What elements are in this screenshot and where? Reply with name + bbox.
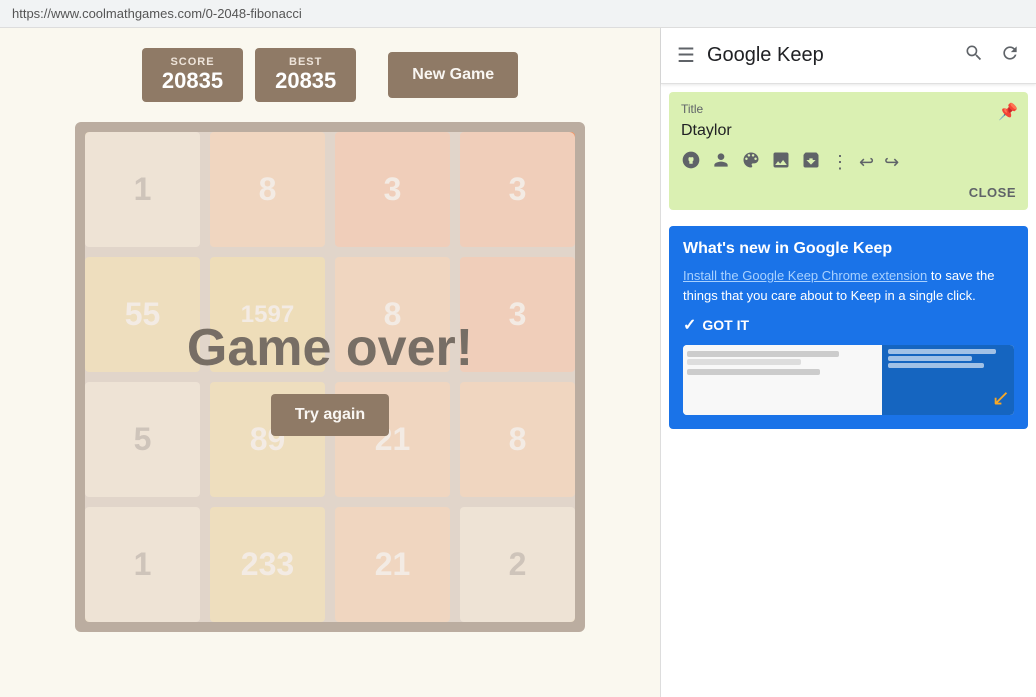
best-box: BEST 20835 [255,48,356,102]
got-it-label[interactable]: GOT IT [702,317,749,333]
emoji-icon[interactable] [681,150,701,175]
game-over-text: Game over! [187,318,473,378]
keep-header-icons [964,43,1020,68]
address-bar: https://www.coolmathgames.com/0-2048-fib… [0,0,1036,28]
palette-icon[interactable] [741,150,761,175]
whats-new-title: What's new in Google Keep [683,240,1014,258]
game-over-overlay: Game over! Try again [85,132,575,622]
check-icon: ✓ [683,315,696,335]
note-actions: ⋮ ↩ ↪ [681,150,1016,175]
pin-icon[interactable]: 📌 [998,102,1018,122]
note-title-label: Title [681,102,1016,116]
got-it-row[interactable]: ✓ GOT IT [683,315,1014,335]
more-icon[interactable]: ⋮ [831,152,849,173]
keep-logo: Google Keep [707,44,952,67]
whats-new-card: What's new in Google Keep Install the Go… [669,226,1028,429]
game-header: SCORE 20835 BEST 20835 New Game [30,48,630,102]
best-label: BEST [275,56,336,68]
score-label: SCORE [162,56,223,68]
main-area: SCORE 20835 BEST 20835 New Game 1 8 3 3 … [0,28,1036,697]
score-value: 20835 [162,68,223,94]
whats-new-body: Install the Google Keep Chrome extension… [683,266,1014,305]
game-grid-wrapper: 1 8 3 3 55 1597 8 3 5 89 21 8 1 233 21 2… [75,122,585,632]
install-extension-link[interactable]: Install the Google Keep Chrome extension [683,268,927,283]
refresh-icon[interactable] [1000,43,1020,68]
keep-header: ☰ Google Keep [661,28,1036,84]
person-icon[interactable] [711,150,731,175]
card-preview-inner [683,345,1014,415]
note-editor: Title 📌 Dtaylor ⋮ ↩ [669,92,1028,210]
keep-panel: ☰ Google Keep Title 📌 Dtaylor [660,28,1036,697]
game-panel: SCORE 20835 BEST 20835 New Game 1 8 3 3 … [0,28,660,697]
best-value: 20835 [275,68,336,94]
arrow-decoration: ↙ [992,385,1010,411]
note-title[interactable]: Dtaylor [681,122,1016,140]
redo-icon[interactable]: ↪ [884,152,899,173]
close-button[interactable]: CLOSE [681,181,1016,200]
score-box: SCORE 20835 [142,48,243,102]
card-preview: ↙ [683,345,1014,415]
menu-icon[interactable]: ☰ [677,43,695,68]
search-icon[interactable] [964,43,984,68]
url-text: https://www.coolmathgames.com/0-2048-fib… [12,6,302,21]
image-icon[interactable] [771,150,791,175]
undo-icon[interactable]: ↩ [859,152,874,173]
archive-icon[interactable] [801,150,821,175]
try-again-button[interactable]: Try again [271,394,389,436]
new-game-button[interactable]: New Game [388,52,518,98]
preview-left [683,345,882,415]
